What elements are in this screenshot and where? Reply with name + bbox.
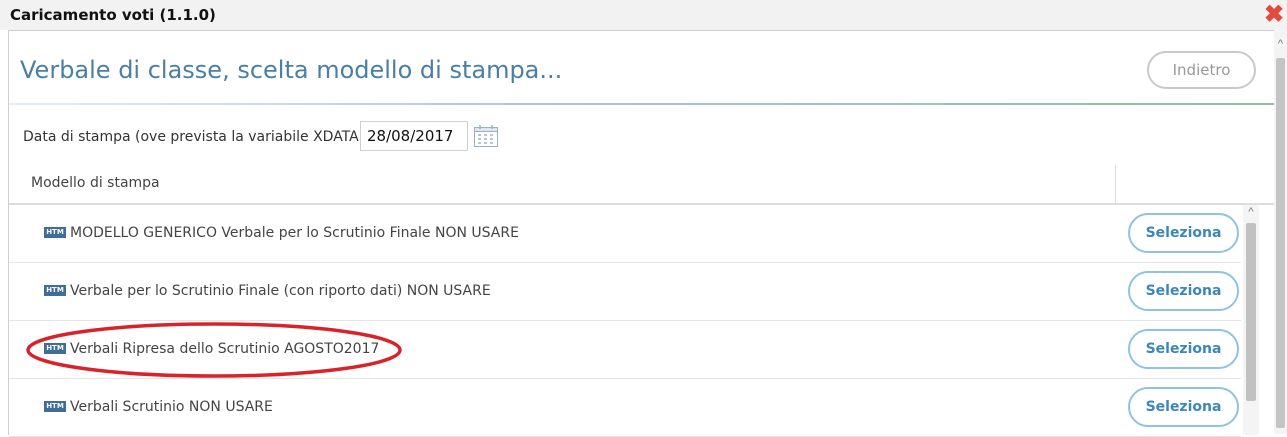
select-button[interactable]: Seleziona: [1128, 271, 1239, 311]
table-row: HTM Verbale per lo Scrutinio Finale (con…: [9, 263, 1241, 321]
print-date-input[interactable]: [360, 121, 468, 151]
htm-file-icon: HTM: [44, 401, 66, 412]
table-row: HTM Verbali Scrutinio NON USARE Selezion…: [9, 379, 1241, 437]
select-button[interactable]: Seleziona: [1128, 213, 1239, 253]
dialog-header: Verbale di classe, scelta modello di sta…: [9, 31, 1275, 103]
model-name: Verbali Scrutinio NON USARE: [70, 399, 273, 415]
scroll-up-icon[interactable]: ^: [1274, 38, 1287, 50]
select-button[interactable]: Seleziona: [1128, 329, 1239, 369]
model-name: Verbale per lo Scrutinio Finale (con rip…: [70, 283, 491, 299]
header-divider: [9, 103, 1275, 105]
select-button[interactable]: Seleziona: [1128, 387, 1239, 427]
window-scrollbar[interactable]: ^: [1274, 30, 1287, 434]
window-title: Caricamento voti (1.1.0): [10, 6, 216, 24]
scrollbar-thumb[interactable]: [1246, 223, 1256, 401]
table-row: HTM MODELLO GENERICO Verbale per lo Scru…: [9, 205, 1241, 263]
print-date-row: Data di stampa (ove prevista la variabil…: [9, 121, 1275, 151]
model-list: HTM MODELLO GENERICO Verbale per lo Scru…: [9, 205, 1241, 437]
back-button[interactable]: Indietro: [1147, 51, 1256, 89]
htm-file-icon: HTM: [44, 227, 66, 238]
scrollbar-thumb[interactable]: [1276, 58, 1285, 428]
model-name: MODELLO GENERICO Verbale per lo Scrutini…: [70, 225, 519, 241]
window-titlebar: Caricamento voti (1.1.0) ✖: [0, 0, 1287, 30]
print-date-label: Data di stampa (ove prevista la variabil…: [23, 129, 369, 145]
column-separator: [1115, 165, 1116, 203]
model-name: Verbali Ripresa dello Scrutinio AGOSTO20…: [70, 341, 380, 357]
column-header-model: Modello di stampa: [31, 175, 160, 191]
calendar-icon[interactable]: [473, 124, 499, 148]
close-icon[interactable]: ✖: [1263, 3, 1285, 27]
dialog-panel: Verbale di classe, scelta modello di sta…: [8, 30, 1275, 437]
table-header: Modello di stampa: [9, 165, 1275, 205]
htm-file-icon: HTM: [44, 343, 66, 354]
htm-file-icon: HTM: [44, 285, 66, 296]
scroll-up-icon[interactable]: ^: [1243, 205, 1259, 219]
page-title: Verbale di classe, scelta modello di sta…: [20, 56, 563, 84]
table-row: HTM Verbali Ripresa dello Scrutinio AGOS…: [9, 321, 1241, 379]
list-scrollbar[interactable]: ^: [1243, 205, 1259, 435]
